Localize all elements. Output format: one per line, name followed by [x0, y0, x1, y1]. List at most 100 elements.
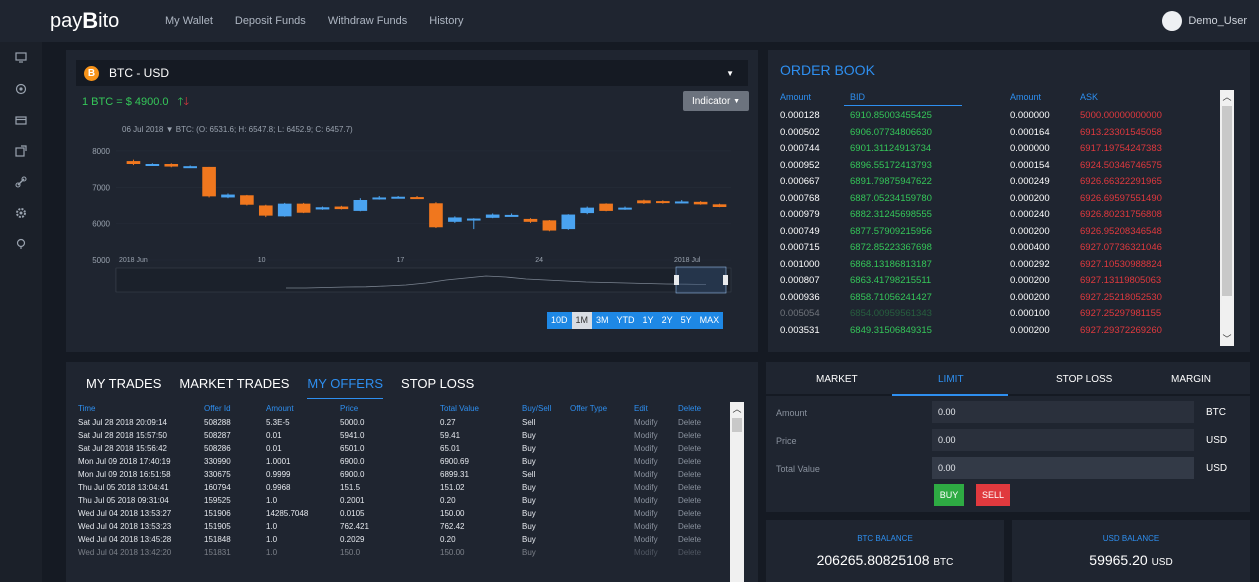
- buy-button[interactable]: BUY: [934, 484, 964, 506]
- column-header[interactable]: Total Value: [440, 404, 479, 413]
- candle[interactable]: [448, 217, 462, 222]
- delete-button[interactable]: Delete: [678, 431, 701, 440]
- column-header[interactable]: Buy/Sell: [522, 404, 551, 413]
- candle[interactable]: [485, 214, 500, 218]
- offers-scrollbar[interactable]: ︿: [730, 402, 744, 582]
- ask-price[interactable]: 6913.23301545058: [1080, 125, 1162, 142]
- modify-button[interactable]: Modify: [634, 509, 658, 518]
- candle[interactable]: [561, 214, 576, 230]
- bid-price[interactable]: 6891.79875947622: [850, 174, 932, 191]
- candle[interactable]: [334, 206, 349, 210]
- navigator-handle-right[interactable]: [723, 275, 728, 285]
- range-button-10d[interactable]: 10D: [547, 312, 572, 329]
- bid-price[interactable]: 6882.31245698555: [850, 207, 932, 224]
- bid-amount[interactable]: 0.000979: [780, 207, 820, 224]
- bid-price[interactable]: 6849.31506849315: [850, 323, 932, 340]
- delete-button[interactable]: Delete: [678, 483, 701, 492]
- modify-button[interactable]: Modify: [634, 522, 658, 531]
- candle[interactable]: [410, 197, 424, 200]
- range-button-1y[interactable]: 1Y: [639, 312, 658, 329]
- bid-price[interactable]: 6854.00959561343: [850, 306, 932, 323]
- ask-price[interactable]: 6917.19754247383: [1080, 141, 1162, 158]
- delete-button[interactable]: Delete: [678, 535, 701, 544]
- candle[interactable]: [523, 218, 538, 222]
- bid-amount[interactable]: 0.003531: [780, 323, 820, 340]
- candle[interactable]: [599, 203, 613, 211]
- delete-button[interactable]: Delete: [678, 418, 701, 427]
- candle[interactable]: [637, 200, 651, 204]
- candle[interactable]: [656, 201, 670, 204]
- offers-scroll-thumb[interactable]: [732, 418, 742, 432]
- modify-button[interactable]: Modify: [634, 548, 658, 557]
- bid-price[interactable]: 6901.31124913734: [850, 141, 932, 158]
- candle[interactable]: [372, 197, 387, 200]
- range-button-3m[interactable]: 3M: [592, 312, 613, 329]
- bid-price[interactable]: 6863.41798215511: [850, 273, 932, 290]
- modify-button[interactable]: Modify: [634, 457, 658, 466]
- ask-price[interactable]: 6927.29372269260: [1080, 323, 1162, 340]
- ask-amount[interactable]: 0.000292: [1010, 257, 1050, 274]
- bid-amount[interactable]: 0.000667: [780, 174, 820, 191]
- ask-amount[interactable]: 0.000000: [1010, 108, 1050, 125]
- candle[interactable]: [221, 194, 235, 198]
- ask-price[interactable]: 6927.07736321046: [1080, 240, 1162, 257]
- ask-price[interactable]: 6927.10530988824: [1080, 257, 1162, 274]
- transfer-icon[interactable]: [0, 135, 42, 166]
- candle[interactable]: [580, 207, 595, 214]
- candle[interactable]: [277, 203, 292, 217]
- navigator-handle-left[interactable]: [674, 275, 679, 285]
- column-header[interactable]: Amount: [266, 404, 294, 413]
- tab-limit[interactable]: LIMIT: [938, 374, 964, 385]
- ask-amount[interactable]: 0.000200: [1010, 273, 1050, 290]
- candle[interactable]: [258, 205, 273, 216]
- ask-price[interactable]: 6926.80231756808: [1080, 207, 1162, 224]
- link-icon[interactable]: [0, 166, 42, 197]
- bid-amount[interactable]: 0.000936: [780, 290, 820, 307]
- nav-deposit-funds[interactable]: Deposit Funds: [235, 15, 306, 27]
- ask-price[interactable]: 6926.66322291965: [1080, 174, 1162, 191]
- column-header[interactable]: Edit: [634, 404, 648, 413]
- nav-my-wallet[interactable]: My Wallet: [165, 15, 213, 27]
- tab-my-trades[interactable]: MY TRADES: [86, 376, 161, 399]
- amount-input[interactable]: 0.00: [932, 401, 1194, 423]
- bid-amount[interactable]: 0.000749: [780, 224, 820, 241]
- candle[interactable]: [164, 164, 179, 167]
- candle[interactable]: [674, 201, 689, 204]
- tab-stop-loss[interactable]: STOP LOSS: [401, 376, 474, 399]
- sell-button[interactable]: SELL: [976, 484, 1010, 506]
- lightbulb-icon[interactable]: [0, 228, 42, 259]
- delete-button[interactable]: Delete: [678, 509, 701, 518]
- card-icon[interactable]: [0, 104, 42, 135]
- range-button-max[interactable]: MAX: [696, 312, 724, 329]
- ask-price[interactable]: 5000.00000000000: [1080, 108, 1162, 125]
- candle[interactable]: [315, 207, 330, 210]
- bid-price[interactable]: 6887.05234159780: [850, 191, 932, 208]
- ask-amount[interactable]: 0.000200: [1010, 290, 1050, 307]
- candlestick-chart[interactable]: 06 Jul 2018 ▼ BTC: (O: 6531.6; H: 6547.8…: [66, 110, 758, 310]
- modify-button[interactable]: Modify: [634, 483, 658, 492]
- bid-price[interactable]: 6868.13186813187: [850, 257, 932, 274]
- bid-amount[interactable]: 0.000768: [780, 191, 820, 208]
- candle[interactable]: [145, 164, 160, 166]
- bid-amount[interactable]: 0.000128: [780, 108, 820, 125]
- range-button-2y[interactable]: 2Y: [658, 312, 677, 329]
- tab-stop-loss-order[interactable]: STOP LOSS: [1056, 374, 1112, 385]
- ask-price[interactable]: 6926.69597551490: [1080, 191, 1162, 208]
- tab-margin[interactable]: MARGIN: [1171, 374, 1211, 385]
- modify-button[interactable]: Modify: [634, 535, 658, 544]
- monitor-icon[interactable]: [0, 42, 42, 73]
- ask-amount[interactable]: 0.000200: [1010, 224, 1050, 241]
- candle[interactable]: [429, 203, 443, 228]
- ask-amount[interactable]: 0.000400: [1010, 240, 1050, 257]
- price-input[interactable]: 0.00: [932, 429, 1194, 451]
- navigator-selection[interactable]: [675, 266, 727, 294]
- candle[interactable]: [202, 166, 216, 197]
- range-button-ytd[interactable]: YTD: [613, 312, 639, 329]
- candle[interactable]: [391, 196, 405, 199]
- ask-amount[interactable]: 0.000249: [1010, 174, 1050, 191]
- bid-amount[interactable]: 0.005054: [780, 306, 820, 323]
- bid-price[interactable]: 6877.57909215956: [850, 224, 932, 241]
- column-header[interactable]: Offer Id: [204, 404, 231, 413]
- delete-button[interactable]: Delete: [678, 496, 701, 505]
- ask-price[interactable]: 6927.25218052530: [1080, 290, 1162, 307]
